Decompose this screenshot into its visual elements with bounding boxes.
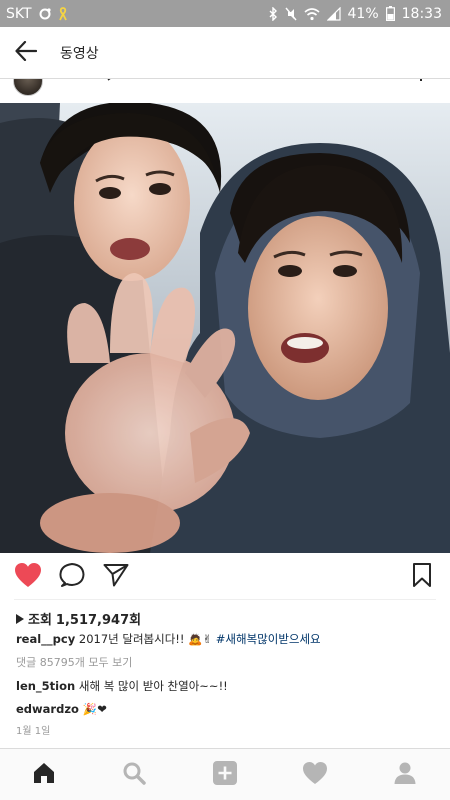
username-partial <box>107 79 111 81</box>
share-button[interactable] <box>102 563 130 591</box>
caption-text: 2017년 달려봅시다!! <box>78 632 185 646</box>
view-all-comments-link[interactable]: 댓글 85795개 모두 보기 <box>16 654 132 670</box>
activity-heart-icon <box>302 761 328 789</box>
comment-text: 새해 복 많이 받아 찬열아~~!! <box>78 679 228 693</box>
skt-ring-icon <box>38 7 52 21</box>
divider <box>14 599 436 600</box>
home-icon <box>32 761 56 789</box>
nav-profile-button[interactable] <box>391 761 419 789</box>
caption-hashtag[interactable]: #새해복많이받으세요 <box>216 632 321 646</box>
battery-icon <box>385 6 395 21</box>
bottom-nav <box>0 748 450 800</box>
nav-home-button[interactable] <box>30 761 58 789</box>
post-caption: real__pcy 2017년 달려봅시다!! 🙇✌ #새해복많이받으세요 <box>16 631 321 647</box>
save-button[interactable] <box>408 563 436 591</box>
bluetooth-icon <box>268 6 278 21</box>
nav-add-post-button[interactable] <box>211 761 239 789</box>
post-video[interactable] <box>0 103 450 553</box>
nav-activity-button[interactable] <box>301 761 329 789</box>
notification-ribbon-icon <box>58 6 68 21</box>
battery-percent: 41% <box>347 5 379 22</box>
profile-icon <box>393 761 417 789</box>
comment-text: 🎉❤ <box>82 702 107 716</box>
nav-search-button[interactable] <box>120 761 148 789</box>
status-left: SKT <box>6 6 68 22</box>
clock-time: 18:33 <box>401 5 442 22</box>
silent-icon <box>284 7 297 21</box>
view-count[interactable]: 조회 1,517,947회 <box>16 609 141 628</box>
caption-emoji: 🙇✌ <box>188 632 213 646</box>
comment-item: edwardzo 🎉❤ <box>16 702 107 716</box>
page-title: 동영상 <box>60 45 99 62</box>
carrier-label: SKT <box>6 5 32 22</box>
status-right: 41% 18:33 <box>268 6 442 22</box>
status-bar: SKT 41% 18:33 <box>0 0 450 27</box>
add-post-icon <box>212 760 238 790</box>
post-header-partial <box>0 79 450 103</box>
comment-username[interactable]: len_5tion <box>16 679 75 693</box>
signal-icon <box>326 6 341 21</box>
post-actions <box>0 553 450 599</box>
comment-bubble-icon <box>59 562 85 592</box>
video-frame <box>0 103 450 553</box>
caption-username[interactable]: real__pcy <box>16 632 75 646</box>
comment-item: len_5tion 새해 복 많이 받아 찬열아~~!! <box>16 678 228 694</box>
back-button[interactable] <box>0 27 52 79</box>
play-triangle-icon <box>16 613 24 624</box>
bookmark-icon <box>412 562 432 592</box>
arrow-left-icon <box>15 40 38 65</box>
wifi-icon <box>303 7 320 21</box>
views-count: 1,517,947회 <box>55 613 142 628</box>
more-options-icon[interactable] <box>418 79 424 83</box>
views-label: 조회 <box>28 613 52 628</box>
search-icon <box>122 761 146 789</box>
comment-username[interactable]: edwardzo <box>16 702 79 716</box>
app-header: 동영상 <box>0 27 450 79</box>
post-date: 1월 1일 <box>16 726 51 737</box>
send-paper-plane-icon <box>103 563 129 591</box>
heart-filled-icon <box>14 562 42 592</box>
avatar[interactable] <box>13 79 43 96</box>
like-button[interactable] <box>14 563 42 591</box>
comment-button[interactable] <box>58 563 86 591</box>
